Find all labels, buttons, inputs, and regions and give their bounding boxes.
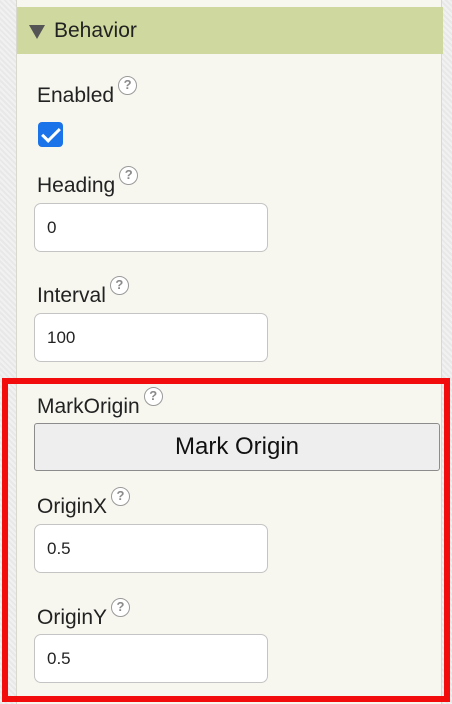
triangle-down-icon [29, 24, 45, 39]
enabled-checkbox[interactable] [38, 122, 63, 147]
help-icon[interactable]: ? [118, 76, 138, 95]
properties-panel-viewport: Behavior Enabled ? Heading ? Interval ? … [0, 0, 452, 704]
section-title: Behavior [54, 18, 137, 42]
properties-panel: Behavior Enabled ? Heading ? Interval ? … [16, 0, 443, 704]
interval-input[interactable] [34, 313, 268, 362]
behavior-section-header[interactable]: Behavior [17, 7, 443, 54]
help-icon[interactable]: ? [109, 276, 129, 295]
heading-input[interactable] [34, 203, 268, 252]
origin-x-label: OriginX ? [37, 487, 131, 519]
heading-label: Heading ? [37, 166, 139, 198]
origin-x-input[interactable] [34, 524, 268, 573]
interval-label: Interval ? [37, 276, 129, 308]
help-icon[interactable]: ? [119, 166, 139, 185]
help-icon[interactable]: ? [111, 487, 131, 506]
enabled-label: Enabled ? [37, 76, 138, 108]
mark-origin-label: MarkOrigin ? [37, 387, 163, 419]
mark-origin-button[interactable]: Mark Origin [34, 423, 440, 471]
origin-y-input[interactable] [34, 634, 268, 683]
help-icon[interactable]: ? [143, 387, 163, 406]
origin-y-label: OriginY ? [37, 598, 131, 630]
help-icon[interactable]: ? [111, 598, 131, 617]
